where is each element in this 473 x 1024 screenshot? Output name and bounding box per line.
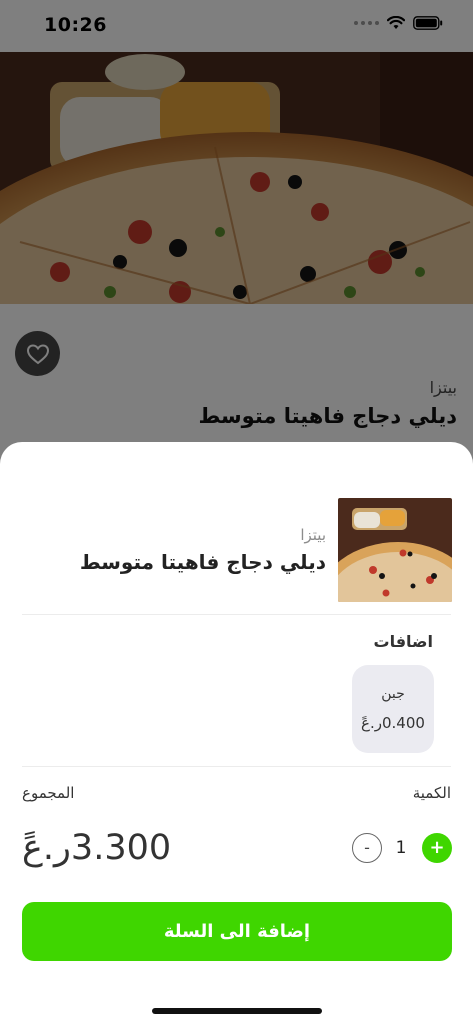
divider bbox=[22, 614, 451, 615]
extra-option-name: جبن bbox=[381, 686, 405, 702]
home-indicator bbox=[152, 1008, 322, 1014]
add-to-cart-sheet: بيتزا ديلي دجاج فاهيتا متوسط اضافات جبن … bbox=[0, 442, 473, 1024]
total-label: المجموع bbox=[22, 784, 75, 802]
extra-option-cheese[interactable]: جبن 0.400ر.عً bbox=[352, 665, 434, 753]
divider bbox=[22, 766, 451, 767]
quantity-label: الكمية bbox=[412, 784, 451, 802]
add-to-cart-button[interactable]: إضافة الى السلة bbox=[22, 902, 452, 961]
extra-option-price: 0.400ر.عً bbox=[361, 714, 425, 732]
increase-quantity-button[interactable]: + bbox=[422, 833, 452, 863]
sheet-product-title: ديلي دجاج فاهيتا متوسط bbox=[79, 550, 326, 574]
sheet-product-category: بيتزا bbox=[300, 526, 326, 544]
total-price: 3.300ر.عً bbox=[22, 828, 172, 868]
quantity-value: 1 bbox=[395, 838, 407, 858]
product-thumbnail bbox=[338, 498, 452, 602]
decrease-quantity-button[interactable]: - bbox=[352, 833, 382, 863]
extras-label: اضافات bbox=[373, 632, 433, 651]
